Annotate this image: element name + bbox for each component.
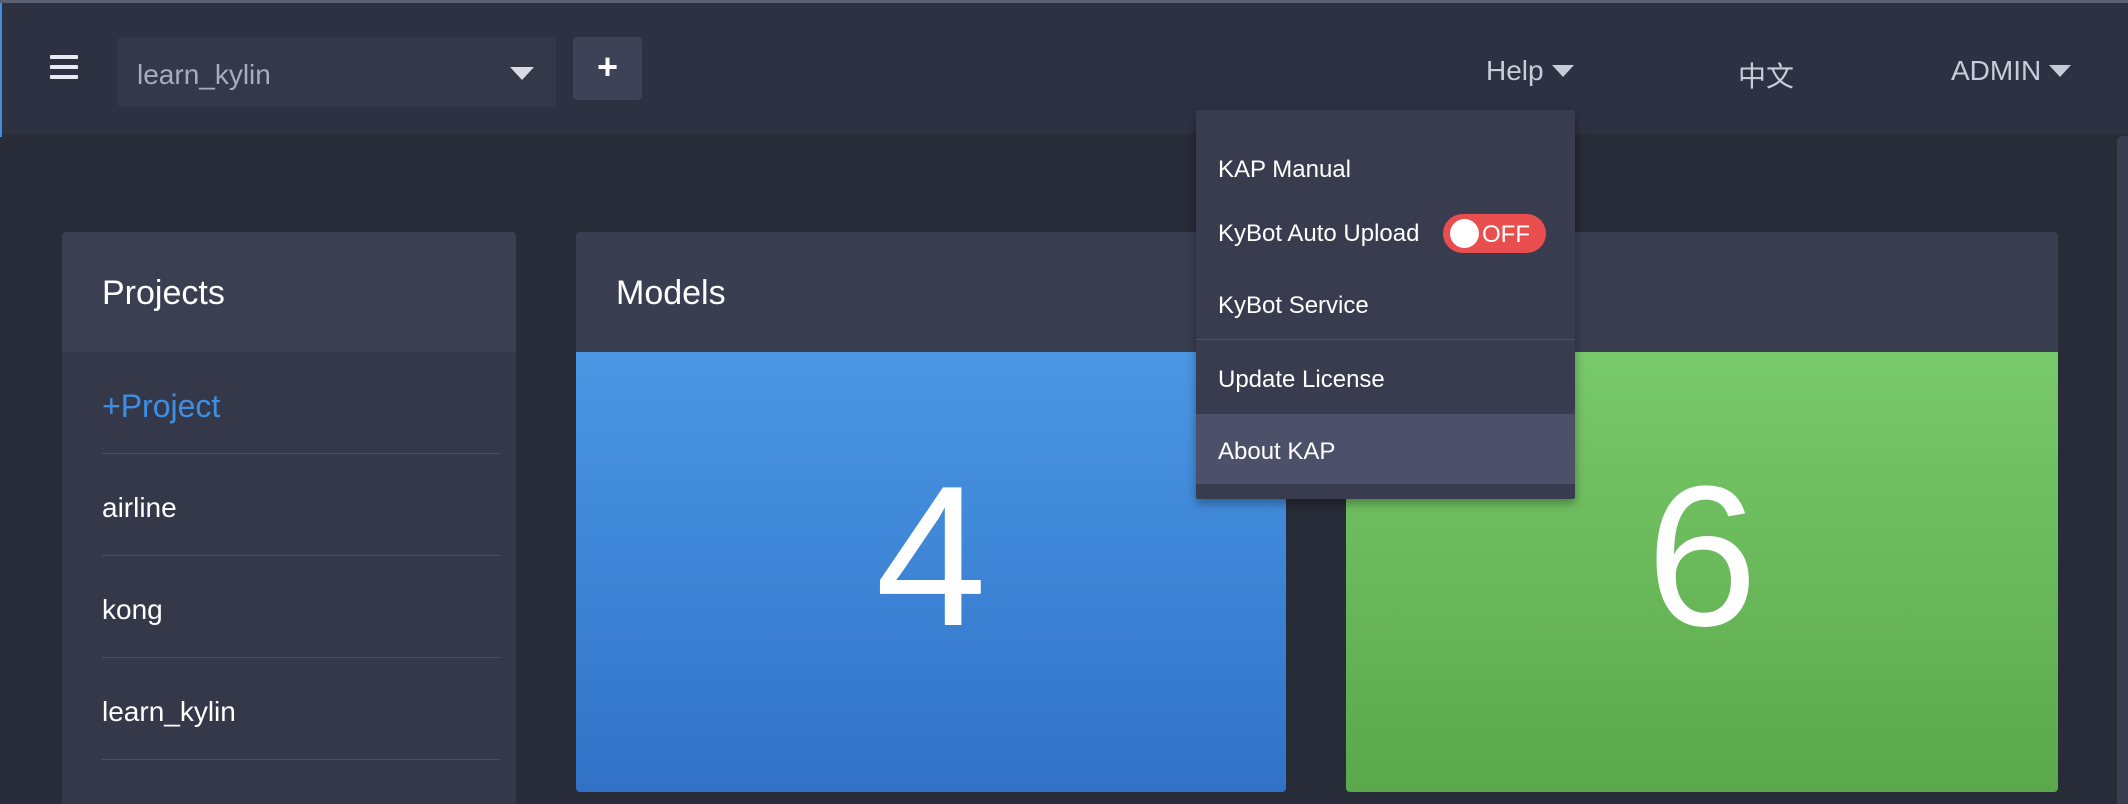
add-project-button[interactable]: + <box>573 37 642 100</box>
add-project-link[interactable]: +Project <box>102 352 500 454</box>
project-list-item[interactable]: airline <box>102 454 500 556</box>
top-navbar: learn_kylin + Help 中文 ADMIN <box>0 0 2128 137</box>
project-list-item-label: kong <box>102 594 163 625</box>
models-count: 4 <box>875 445 987 668</box>
project-select[interactable]: learn_kylin <box>117 37 556 107</box>
help-label: Help <box>1486 55 1544 86</box>
project-list-item[interactable]: kong <box>102 556 500 658</box>
models-count-tile[interactable]: 4 <box>576 352 1286 792</box>
menu-item-update-license[interactable]: Update License <box>1196 340 1575 412</box>
help-menu-toggle[interactable]: Help <box>1486 55 1574 87</box>
language-switch[interactable]: 中文 <box>1738 55 1794 95</box>
help-dropdown-menu: KAP Manual KyBot Auto Upload OFF KyBot S… <box>1196 110 1575 499</box>
toggle-knob <box>1450 219 1479 248</box>
menu-item-label: About KAP <box>1218 438 1336 465</box>
menu-item-label: KAP Manual <box>1218 156 1351 183</box>
projects-panel-header: Projects <box>62 232 516 352</box>
add-project-link-label: +Project <box>102 388 221 424</box>
user-menu-toggle[interactable]: ADMIN <box>1951 55 2072 87</box>
topbar-accent-line <box>0 3 2 137</box>
menu-item-label: KyBot Auto Upload <box>1218 220 1420 247</box>
models-panel[interactable]: Models 4 <box>576 232 1286 792</box>
chevron-down-icon <box>510 67 534 80</box>
page-scrollbar[interactable] <box>2117 136 2128 804</box>
chevron-down-icon <box>2049 64 2072 77</box>
toggle-state-label: OFF <box>1482 221 1530 248</box>
menu-item-label: KyBot Service <box>1218 292 1369 319</box>
kybot-auto-upload-toggle[interactable]: OFF <box>1443 214 1546 253</box>
models-panel-header: Models <box>576 232 1286 352</box>
projects-panel-title: Projects <box>102 274 225 312</box>
project-list-item-label: airline <box>102 492 177 523</box>
models-panel-title: Models <box>616 274 726 312</box>
project-list-item-label: learn_kylin <box>102 696 236 727</box>
project-select-value: learn_kylin <box>137 59 271 90</box>
chevron-down-icon <box>1551 64 1574 77</box>
hamburger-menu-icon[interactable] <box>50 55 78 79</box>
menu-item-about-kap[interactable]: About KAP <box>1196 414 1575 484</box>
menu-item-label: Update License <box>1218 366 1385 393</box>
user-label: ADMIN <box>1951 55 2042 86</box>
projects-panel: Projects +Project airline kong learn_kyl… <box>62 232 516 804</box>
project-list-item[interactable]: learn_kylin <box>102 658 500 760</box>
menu-item-kap-manual[interactable]: KAP Manual <box>1196 128 1575 194</box>
menu-item-kybot-service[interactable]: KyBot Service <box>1196 266 1575 338</box>
